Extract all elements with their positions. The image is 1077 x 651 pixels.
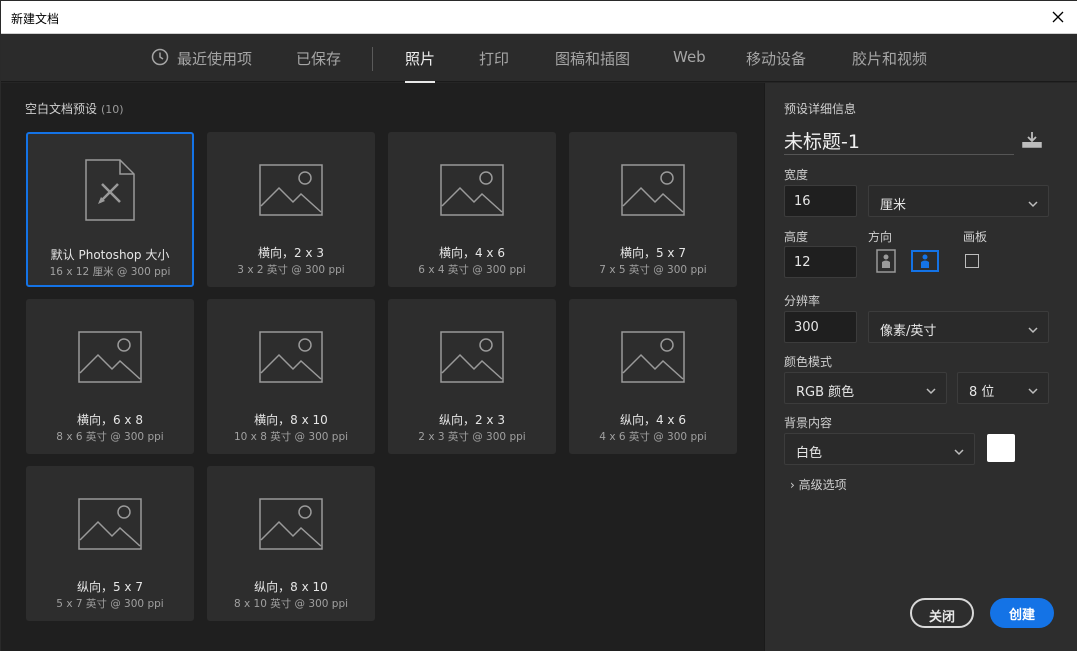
width-label: 宽度 xyxy=(784,168,809,182)
preset-name: 横向，6 x 8 xyxy=(76,413,143,427)
presets-heading: 空白文档预设 (10) xyxy=(25,100,124,117)
close-button[interactable]: 关闭 xyxy=(910,598,974,628)
image-icon xyxy=(259,498,323,550)
background-label: 背景内容 xyxy=(784,416,833,430)
preset-name: 纵向，8 x 10 xyxy=(254,580,328,594)
landscape-orientation-icon[interactable] xyxy=(911,249,939,273)
preset-card[interactable]: 默认 Photoshop 大小 16 x 12 厘米 @ 300 ppi xyxy=(26,132,194,287)
preset-card[interactable]: 横向，6 x 8 8 x 6 英寸 @ 300 ppi xyxy=(26,299,194,454)
preset-name: 横向，4 x 6 xyxy=(438,246,505,260)
preset-size: 4 x 6 英寸 @ 300 ppi xyxy=(599,431,707,443)
preset-card[interactable]: 纵向，2 x 3 2 x 3 英寸 @ 300 ppi xyxy=(388,299,556,454)
chevron-down-icon xyxy=(1028,384,1038,395)
image-icon xyxy=(78,498,142,550)
height-input[interactable]: 12 xyxy=(784,246,857,278)
advanced-options-label: 高级选项 xyxy=(798,478,847,492)
preset-name: 纵向，2 x 3 xyxy=(438,413,505,427)
preset-name: 纵向，4 x 6 xyxy=(619,413,686,427)
advanced-options-toggle[interactable]: › 高级选项 xyxy=(790,476,847,493)
chevron-down-icon xyxy=(1028,197,1038,208)
artboard-checkbox[interactable] xyxy=(965,254,979,268)
preset-details-panel: 预设详细信息 未标题-1 宽度 16 厘米 高度 方向 画板 12 分辨率 30… xyxy=(764,83,1077,651)
color-mode-select[interactable]: RGB 颜色 xyxy=(784,372,947,404)
background-select[interactable]: 白色 xyxy=(784,433,975,465)
chevron-right-icon: › xyxy=(790,478,795,492)
preset-size: 8 x 6 英寸 @ 300 ppi xyxy=(56,431,164,443)
create-button[interactable]: 创建 xyxy=(990,598,1054,628)
details-heading: 预设详细信息 xyxy=(784,102,857,116)
presets-panel: 空白文档预设 (10) 默认 Photoshop 大小 16 x 12 厘米 @ … xyxy=(1,83,764,651)
image-icon xyxy=(78,331,142,383)
document-icon xyxy=(82,158,138,222)
preset-size: 2 x 3 英寸 @ 300 ppi xyxy=(418,431,526,443)
tab-art-illustration[interactable]: 图稿和插图 xyxy=(555,48,630,69)
preset-size: 5 x 7 英寸 @ 300 ppi xyxy=(56,598,164,610)
background-color-swatch[interactable] xyxy=(987,434,1015,462)
tab-recent[interactable]: 最近使用项 xyxy=(177,48,252,69)
close-icon[interactable] xyxy=(1048,7,1068,27)
image-icon xyxy=(621,164,685,216)
preset-name: 横向，5 x 7 xyxy=(619,246,686,260)
document-name-input[interactable]: 未标题-1 xyxy=(784,127,1014,155)
image-icon xyxy=(440,331,504,383)
bit-depth-value: 8 位 xyxy=(969,385,995,400)
preset-card[interactable]: 纵向，5 x 7 5 x 7 英寸 @ 300 ppi xyxy=(26,466,194,621)
preset-card[interactable]: 横向，4 x 6 6 x 4 英寸 @ 300 ppi xyxy=(388,132,556,287)
height-label: 高度 xyxy=(784,230,809,244)
category-tabs: 最近使用项 已保存 照片 打印 图稿和插图 Web 移动设备 胶片和视频 xyxy=(1,34,1077,83)
resolution-input[interactable]: 300 xyxy=(784,311,857,343)
image-icon xyxy=(440,164,504,216)
image-icon xyxy=(621,331,685,383)
save-preset-icon[interactable] xyxy=(1021,131,1043,149)
resolution-unit-value: 像素/英寸 xyxy=(880,324,937,339)
width-unit-value: 厘米 xyxy=(880,198,907,213)
preset-card[interactable]: 纵向，8 x 10 8 x 10 英寸 @ 300 ppi xyxy=(207,466,375,621)
bit-depth-select[interactable]: 8 位 xyxy=(957,372,1049,404)
resolution-unit-select[interactable]: 像素/英寸 xyxy=(868,311,1049,343)
chevron-down-icon xyxy=(926,384,936,395)
orientation-label: 方向 xyxy=(868,230,893,244)
preset-name: 横向，8 x 10 xyxy=(254,413,328,427)
preset-card[interactable]: 横向，2 x 3 3 x 2 英寸 @ 300 ppi xyxy=(207,132,375,287)
preset-size: 3 x 2 英寸 @ 300 ppi xyxy=(237,264,345,276)
tab-mobile[interactable]: 移动设备 xyxy=(746,48,806,69)
preset-name: 横向，2 x 3 xyxy=(257,246,324,260)
chevron-down-icon xyxy=(954,445,964,456)
new-document-dialog: 新建文档 最近使用项 已保存 照片 打印 图稿和插图 Web 移动设备 胶片和视… xyxy=(0,0,1077,651)
preset-card[interactable]: 纵向，4 x 6 4 x 6 英寸 @ 300 ppi xyxy=(569,299,737,454)
artboard-label: 画板 xyxy=(963,230,988,244)
tab-print[interactable]: 打印 xyxy=(479,48,509,69)
tab-divider xyxy=(372,47,373,71)
preset-card[interactable]: 横向，8 x 10 10 x 8 英寸 @ 300 ppi xyxy=(207,299,375,454)
tab-web[interactable]: Web xyxy=(673,48,706,66)
tab-photo[interactable]: 照片 xyxy=(405,48,436,83)
chevron-down-icon xyxy=(1028,323,1038,334)
image-icon xyxy=(259,164,323,216)
preset-size: 6 x 4 英寸 @ 300 ppi xyxy=(418,264,526,276)
preset-name: 纵向，5 x 7 xyxy=(76,580,143,594)
presets-label: 空白文档预设 xyxy=(25,102,98,116)
preset-name: 默认 Photoshop 大小 xyxy=(50,248,170,262)
resolution-label: 分辨率 xyxy=(784,294,821,308)
color-mode-label: 颜色模式 xyxy=(784,355,833,369)
preset-card[interactable]: 横向，5 x 7 7 x 5 英寸 @ 300 ppi xyxy=(569,132,737,287)
background-value: 白色 xyxy=(796,446,823,461)
tab-film-video[interactable]: 胶片和视频 xyxy=(852,48,927,69)
presets-count: (10) xyxy=(101,103,124,116)
color-mode-value: RGB 颜色 xyxy=(796,385,855,400)
preset-size: 16 x 12 厘米 @ 300 ppi xyxy=(49,266,171,278)
title-bar: 新建文档 xyxy=(1,1,1077,34)
width-unit-select[interactable]: 厘米 xyxy=(868,185,1049,217)
preset-size: 8 x 10 英寸 @ 300 ppi xyxy=(233,598,349,610)
window-title: 新建文档 xyxy=(11,12,60,26)
image-icon xyxy=(259,331,323,383)
tab-saved[interactable]: 已保存 xyxy=(296,48,341,69)
preset-size: 7 x 5 英寸 @ 300 ppi xyxy=(599,264,707,276)
preset-size: 10 x 8 英寸 @ 300 ppi xyxy=(233,431,349,443)
clock-icon xyxy=(151,48,169,66)
portrait-orientation-icon[interactable] xyxy=(874,249,898,273)
width-input[interactable]: 16 xyxy=(784,185,857,217)
